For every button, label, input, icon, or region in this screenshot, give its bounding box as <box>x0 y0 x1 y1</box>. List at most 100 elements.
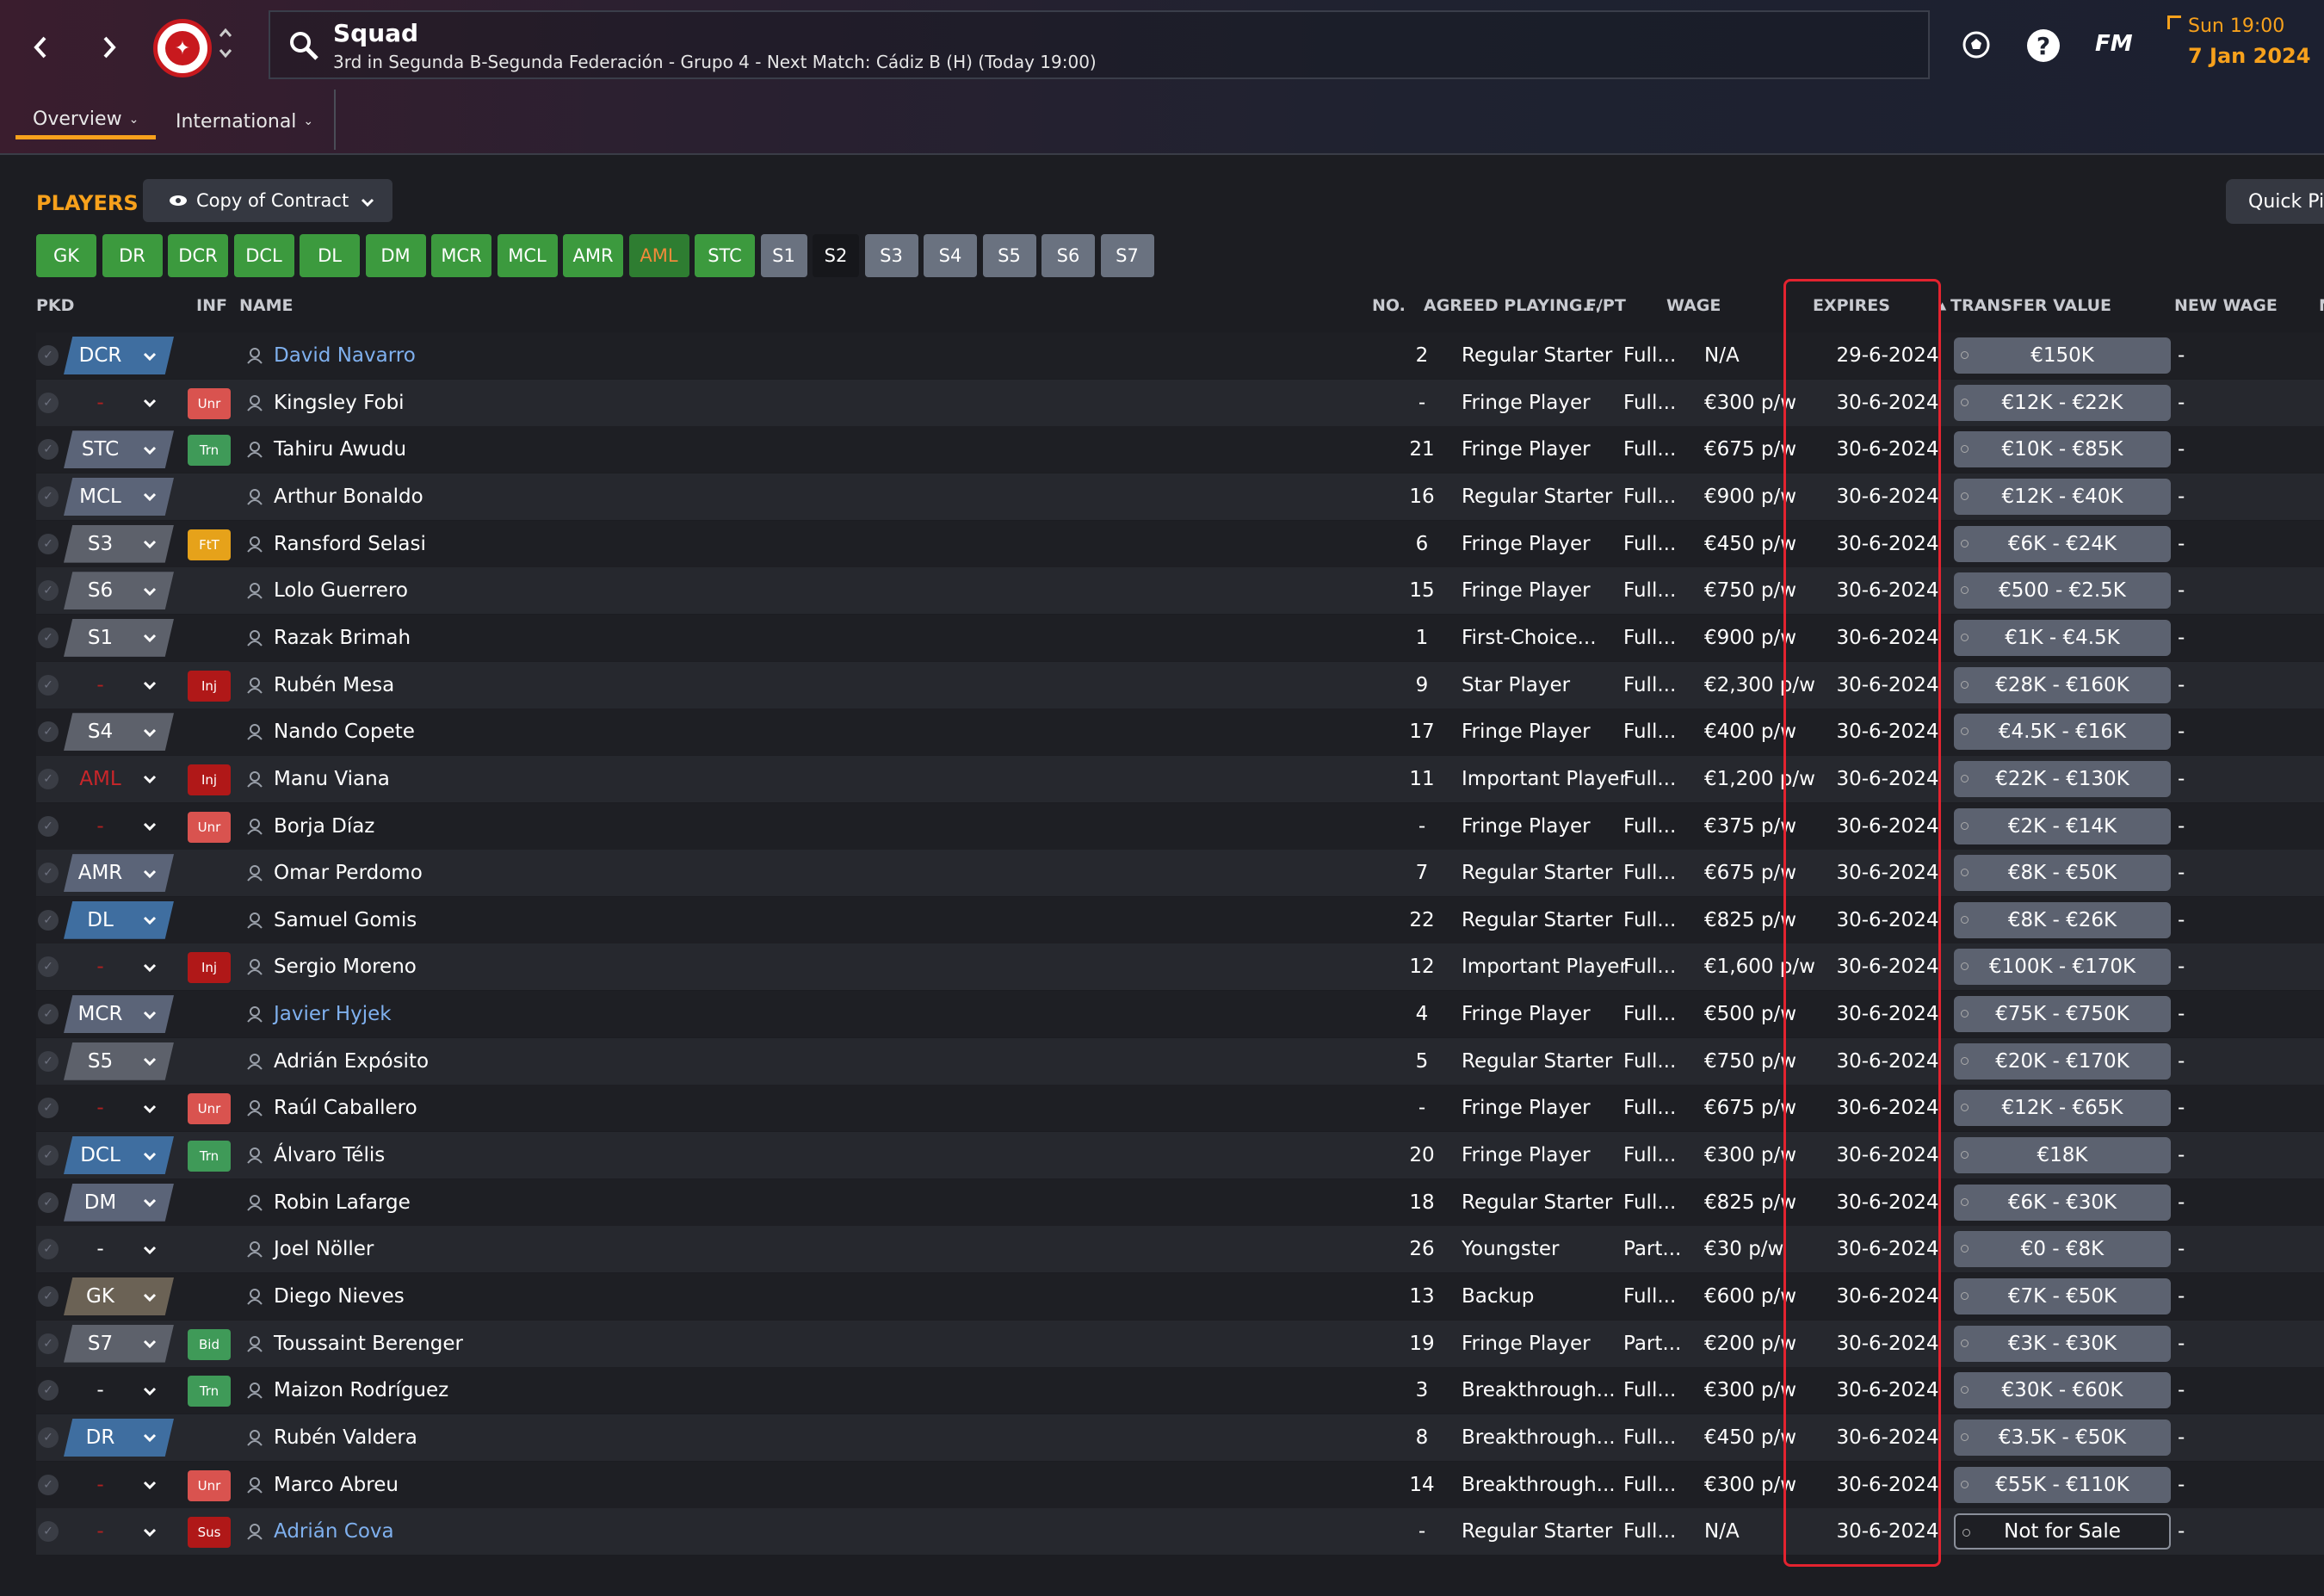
transfer-value-button[interactable]: €0 - €8K <box>1954 1231 2171 1268</box>
player-name-link[interactable]: Robin Lafarge <box>274 1179 411 1226</box>
position-filter-gk[interactable]: GK <box>36 234 96 277</box>
player-name-link[interactable]: Joel Nöller <box>274 1226 374 1272</box>
player-name-link[interactable]: Kingsley Fobi <box>274 380 405 426</box>
player-name-link[interactable]: Lolo Guerrero <box>274 567 408 614</box>
status-badge[interactable]: Unr <box>188 1469 231 1501</box>
position-dropdown[interactable]: STC <box>64 430 174 469</box>
player-name-link[interactable]: Samuel Gomis <box>274 897 417 943</box>
player-name-link[interactable]: Nando Copete <box>274 708 415 755</box>
quick-pick-button[interactable]: Quick Pi <box>2226 179 2324 224</box>
position-dropdown[interactable]: S1 <box>64 618 174 657</box>
table-row[interactable]: ✓ - Unr Kingsley Fobi - Fringe Player Full... €… <box>36 379 2324 426</box>
col-header-pkd[interactable]: PKD <box>36 296 74 315</box>
transfer-value-button[interactable]: €2K - €14K <box>1954 807 2171 844</box>
table-row[interactable]: ✓ S1 Razak Brimah 1 First-Choice... Full... €9… <box>36 614 2324 661</box>
position-filter-s6[interactable]: S6 <box>1041 234 1095 277</box>
table-row[interactable]: ✓ - Inj Sergio Moreno 12 Important Player Full… <box>36 943 2324 991</box>
table-row[interactable]: ✓ DM Robin Lafarge 18 Regular Starter Full...… <box>36 1178 2324 1226</box>
transfer-value-button[interactable]: €10K - €85K <box>1954 431 2171 468</box>
col-header-new-wage[interactable]: NEW WAGE <box>2174 296 2278 315</box>
pick-checkbox[interactable]: ✓ <box>38 627 59 648</box>
club-switch-icon[interactable] <box>217 22 234 71</box>
pick-checkbox[interactable]: ✓ <box>38 863 59 884</box>
status-badge[interactable]: Inj <box>188 952 231 984</box>
col-header-wage[interactable]: WAGE <box>1666 296 1721 315</box>
transfer-value-button[interactable]: Not for Sale <box>1954 1513 2171 1550</box>
position-filter-mcl[interactable]: MCL <box>497 234 558 277</box>
pick-checkbox[interactable]: ✓ <box>38 1333 59 1354</box>
position-dropdown[interactable]: S7 <box>64 1324 174 1363</box>
position-filter-dl[interactable]: DL <box>300 234 360 277</box>
position-dropdown[interactable]: - <box>64 1230 174 1268</box>
pick-checkbox[interactable]: ✓ <box>38 345 59 366</box>
pick-checkbox[interactable]: ✓ <box>38 1004 59 1025</box>
player-name-link[interactable]: Adrián Cova <box>274 1508 394 1555</box>
player-name-link[interactable]: Arthur Bonaldo <box>274 473 423 520</box>
pick-checkbox[interactable]: ✓ <box>38 1191 59 1213</box>
position-dropdown[interactable]: DL <box>64 900 174 939</box>
position-dropdown[interactable]: - <box>64 948 174 986</box>
fm-logo[interactable]: FM <box>2095 31 2133 57</box>
status-badge[interactable]: Unr <box>188 811 231 843</box>
position-dropdown[interactable]: S6 <box>64 572 174 610</box>
player-name-link[interactable]: Omar Perdomo <box>274 850 423 896</box>
table-row[interactable]: ✓ S3 FtT Ransford Selasi 6 Fringe Player Full.… <box>36 520 2324 567</box>
position-dropdown[interactable]: - <box>64 1466 174 1504</box>
position-filter-stc[interactable]: STC <box>695 234 755 277</box>
col-header-expires[interactable]: EXPIRES <box>1813 296 1890 315</box>
position-dropdown[interactable]: DCR <box>64 337 174 374</box>
transfer-value-button[interactable]: €100K - €170K <box>1954 949 2171 986</box>
player-name-link[interactable]: Rubén Valdera <box>274 1414 417 1461</box>
position-filter-mcr[interactable]: MCR <box>431 234 491 277</box>
ball-icon[interactable] <box>1957 26 1995 64</box>
position-filter-s3[interactable]: S3 <box>864 234 918 277</box>
table-row[interactable]: ✓ - Trn Maizon Rodríguez 3 Breakthrough... Ful… <box>36 1367 2324 1414</box>
table-row[interactable]: ✓ DCL Trn Álvaro Télis 20 Fringe Player Full..… <box>36 1132 2324 1179</box>
position-dropdown[interactable]: GK <box>64 1277 174 1315</box>
pick-checkbox[interactable]: ✓ <box>38 486 59 507</box>
forward-arrow-icon[interactable] <box>88 26 131 69</box>
search-panel[interactable]: Squad 3rd in Segunda B-Segunda Federació… <box>269 10 1930 79</box>
table-row[interactable]: ✓ - Sus Adrián Cova - Regular Starter Full... N… <box>36 1508 2324 1556</box>
pick-checkbox[interactable]: ✓ <box>38 392 59 413</box>
status-badge[interactable]: Inj <box>188 670 231 702</box>
pick-checkbox[interactable]: ✓ <box>38 956 59 978</box>
transfer-value-button[interactable]: €12K - €22K <box>1954 384 2171 421</box>
player-name-link[interactable]: Marco Abreu <box>274 1462 399 1508</box>
status-badge[interactable]: Trn <box>188 1141 231 1172</box>
table-row[interactable]: ✓ STC Trn Tahiru Awudu 21 Fringe Player Full..… <box>36 426 2324 473</box>
transfer-value-button[interactable]: €20K - €170K <box>1954 1042 2171 1079</box>
position-dropdown[interactable]: - <box>64 807 174 845</box>
transfer-value-button[interactable]: €1K - €4.5K <box>1954 619 2171 656</box>
table-row[interactable]: ✓ S7 Bid Toussaint Berenger 19 Fringe Player P… <box>36 1320 2324 1367</box>
transfer-value-button[interactable]: €500 - €2.5K <box>1954 572 2171 609</box>
pick-checkbox[interactable]: ✓ <box>38 439 59 461</box>
player-name-link[interactable]: Raúl Caballero <box>274 1085 417 1131</box>
tab-international[interactable]: International ⌄ <box>158 103 331 139</box>
position-filter-s7[interactable]: S7 <box>1100 234 1154 277</box>
transfer-value-button[interactable]: €12K - €40K <box>1954 478 2171 515</box>
back-arrow-icon[interactable] <box>19 26 62 69</box>
table-row[interactable]: ✓ DL Samuel Gomis 22 Regular Starter Full... €… <box>36 896 2324 943</box>
table-row[interactable]: ✓ S5 Adrián Expósito 5 Regular Starter Full..… <box>36 1037 2324 1085</box>
position-filter-s1[interactable]: S1 <box>760 234 807 277</box>
position-dropdown[interactable]: AML <box>64 760 174 798</box>
transfer-value-button[interactable]: €3.5K - €50K <box>1954 1419 2171 1456</box>
pick-checkbox[interactable]: ✓ <box>38 674 59 696</box>
pick-checkbox[interactable]: ✓ <box>38 1050 59 1072</box>
player-name-link[interactable]: David Navarro <box>274 332 416 379</box>
table-row[interactable]: ✓ - Unr Borja Díaz - Fringe Player Full... €375… <box>36 802 2324 850</box>
date-time-panel[interactable]: Sun 19:00 7 Jan 2024 <box>2167 15 2310 68</box>
transfer-value-button[interactable]: €150K <box>1954 337 2171 374</box>
player-name-link[interactable]: Toussaint Berenger <box>274 1321 463 1367</box>
player-name-link[interactable]: Álvaro Télis <box>274 1132 385 1178</box>
transfer-value-button[interactable]: €18K <box>1954 1137 2171 1174</box>
status-badge[interactable]: Unr <box>188 387 231 419</box>
position-filter-amr[interactable]: AMR <box>563 234 623 277</box>
position-filter-dr[interactable]: DR <box>102 234 163 277</box>
position-dropdown[interactable]: - <box>64 1512 174 1550</box>
status-badge[interactable]: Sus <box>188 1517 231 1549</box>
position-filter-dcl[interactable]: DCL <box>233 234 294 277</box>
status-badge[interactable]: Inj <box>188 764 231 795</box>
transfer-value-button[interactable]: €22K - €130K <box>1954 760 2171 797</box>
